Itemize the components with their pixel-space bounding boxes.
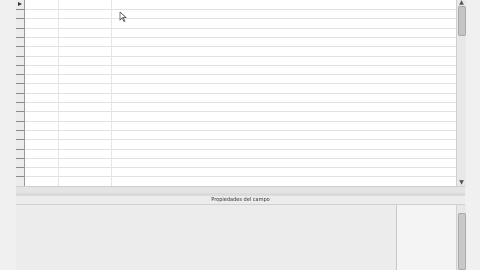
table-row[interactable] <box>25 176 456 177</box>
table-row[interactable] <box>25 65 456 66</box>
column-divider-name-type[interactable] <box>58 0 59 186</box>
table-row[interactable] <box>25 121 456 122</box>
properties-vertical-scrollbar[interactable] <box>456 205 466 270</box>
table-row[interactable] <box>25 102 456 103</box>
row-selector[interactable] <box>16 102 24 112</box>
field-properties-help-area <box>396 205 457 270</box>
row-selector[interactable] <box>16 37 24 47</box>
table-row[interactable] <box>25 56 456 57</box>
row-selector[interactable] <box>16 167 24 177</box>
row-selector[interactable] <box>16 9 24 19</box>
mouse-pointer-icon <box>119 12 127 22</box>
table-row[interactable] <box>25 9 456 10</box>
table-row[interactable] <box>25 74 456 75</box>
row-selector[interactable] <box>16 177 24 186</box>
table-row[interactable] <box>25 93 456 94</box>
column-divider-type-description[interactable] <box>111 0 112 186</box>
table-row[interactable] <box>25 18 456 19</box>
row-selector[interactable] <box>16 130 24 140</box>
field-properties-title: Propiedades del campo <box>16 196 465 205</box>
field-properties-pane[interactable] <box>16 205 396 270</box>
grid-horizontal-scrollbar[interactable] <box>16 186 465 193</box>
properties-scroll-thumb[interactable] <box>458 213 466 270</box>
scroll-thumb[interactable] <box>458 6 466 36</box>
table-design-grid[interactable] <box>16 0 457 186</box>
table-row[interactable] <box>25 46 456 47</box>
table-row[interactable] <box>25 130 456 131</box>
table-row[interactable] <box>25 83 456 84</box>
table-row[interactable] <box>25 158 456 159</box>
table-row[interactable] <box>25 149 456 150</box>
row-selector-column[interactable] <box>16 0 25 186</box>
table-row[interactable] <box>25 167 456 168</box>
table-row[interactable] <box>25 111 456 112</box>
table-row[interactable] <box>25 37 456 38</box>
table-row[interactable] <box>25 139 456 140</box>
left-margin <box>0 0 16 270</box>
row-selector[interactable] <box>16 74 24 84</box>
grid-vertical-scrollbar[interactable]: ▲ ▼ <box>456 0 466 186</box>
table-row[interactable] <box>25 28 456 29</box>
